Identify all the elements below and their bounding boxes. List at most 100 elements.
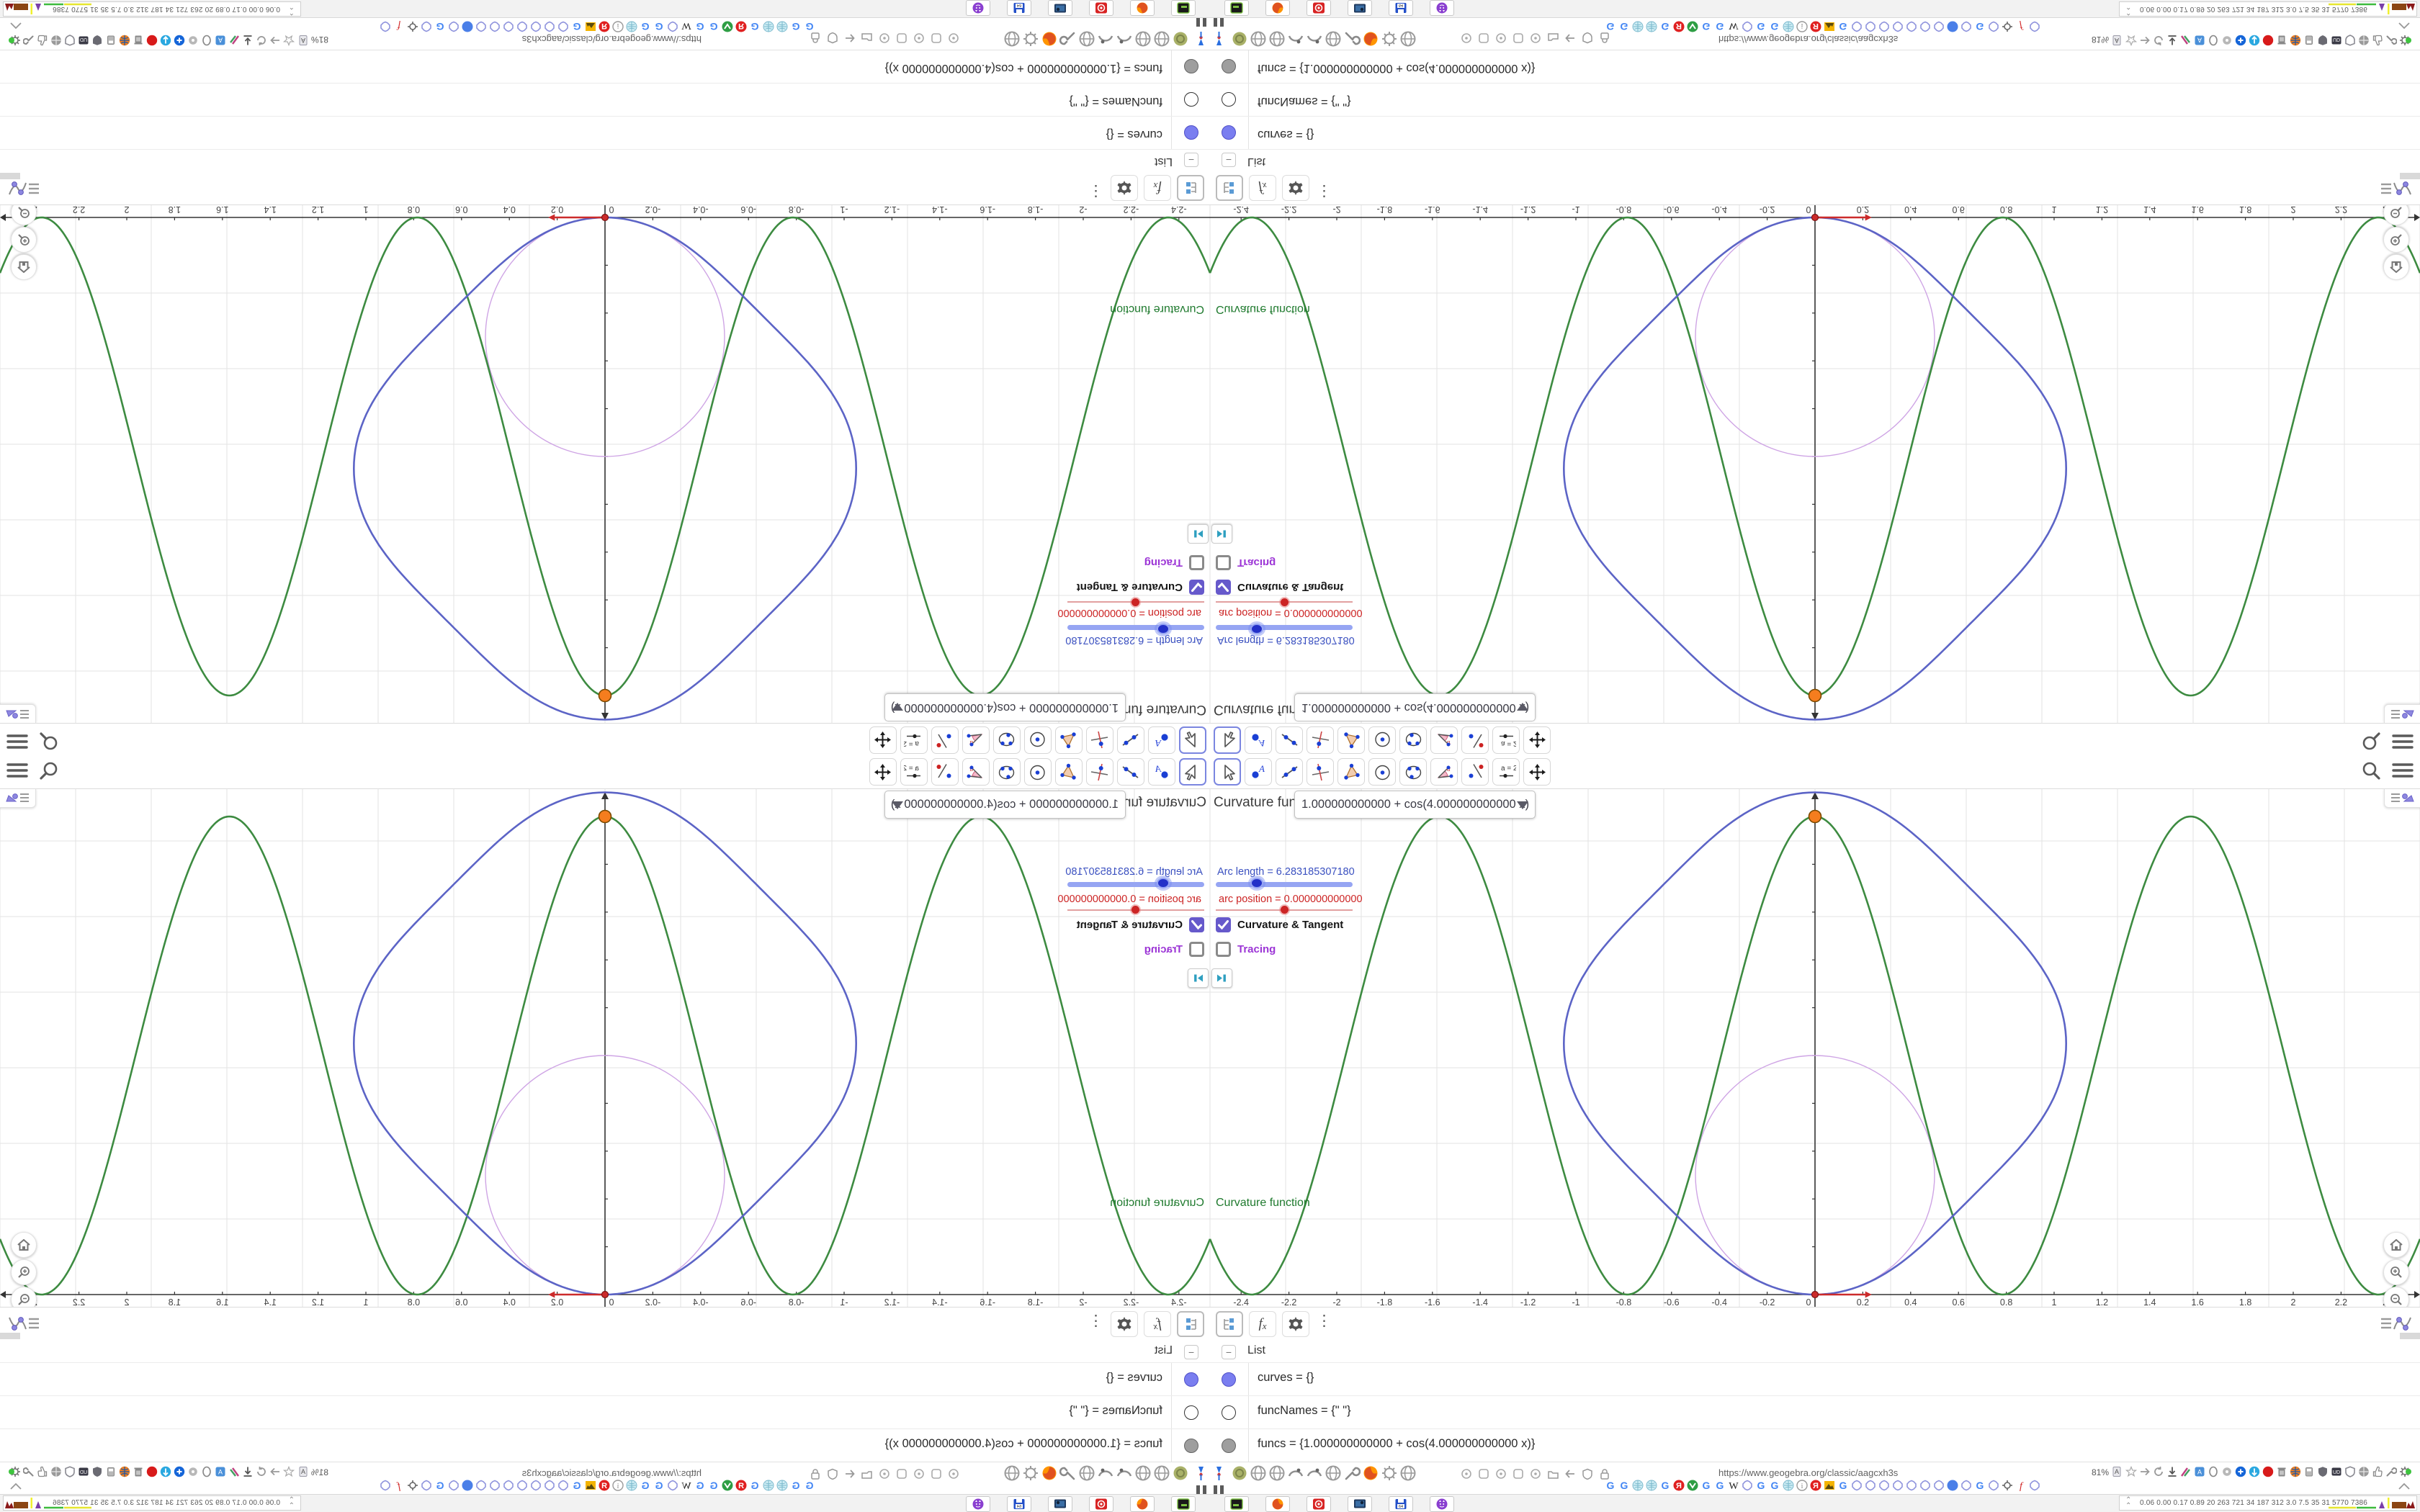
google-favicon[interactable]: G — [1755, 21, 1767, 32]
move-tool-button[interactable] — [1214, 758, 1241, 786]
flower-favicon[interactable] — [1933, 21, 1945, 32]
move-graphics-tool-button[interactable] — [1523, 758, 1551, 786]
visibility-marble[interactable] — [1222, 1405, 1236, 1420]
leaf-green-favicon[interactable] — [1687, 1480, 1698, 1491]
dropdown-caret-icon[interactable] — [892, 703, 903, 711]
polygon-tool-button[interactable] — [1055, 726, 1083, 754]
pin-icon[interactable] — [1191, 1464, 1208, 1482]
google-favicon[interactable]: G — [1618, 1480, 1630, 1491]
globe-icon[interactable] — [1134, 30, 1152, 48]
dropdown-caret-icon[interactable] — [892, 801, 903, 809]
info-favicon[interactable]: i — [1796, 21, 1808, 32]
google-favicon[interactable]: G — [1659, 21, 1671, 32]
globe-gray-extension-icon[interactable] — [2358, 1466, 2370, 1477]
point-tool-button[interactable]: A — [1148, 726, 1175, 754]
record-red-extension-icon[interactable] — [2262, 35, 2274, 46]
firefox-icon[interactable] — [1362, 1464, 1379, 1482]
point-tool-button[interactable]: A — [1245, 758, 1272, 786]
ud-extension-icon[interactable]: UD — [78, 1466, 89, 1477]
f-red-favicon[interactable]: f — [2015, 20, 2027, 32]
line-tool-button[interactable] — [1276, 726, 1303, 754]
algebra-expression[interactable]: funcs = {1.000000000000 + cos(4.00000000… — [885, 1437, 1162, 1451]
google-favicon[interactable]: G — [1837, 1480, 1849, 1491]
visibility-marble[interactable] — [1184, 1405, 1198, 1420]
thumb-extension-icon[interactable] — [2372, 35, 2383, 46]
reload-extension-icon[interactable] — [256, 35, 267, 46]
flower-favicon[interactable] — [475, 1480, 487, 1491]
gear-favicon[interactable] — [407, 21, 418, 32]
arrow-left-icon[interactable] — [1564, 32, 1576, 44]
google-favicon[interactable]: G — [708, 21, 720, 32]
yandex-favicon[interactable]: Я — [735, 21, 747, 32]
arrow-left-icon[interactable] — [844, 1468, 856, 1480]
camera-olive-icon[interactable] — [1231, 1464, 1248, 1482]
reflect-tool-button[interactable] — [1461, 726, 1489, 754]
globe-teal-favicon[interactable] — [776, 21, 788, 32]
folder-icon[interactable] — [1547, 1468, 1559, 1480]
record-red-extension-icon[interactable] — [146, 1466, 158, 1477]
shield-icon[interactable] — [1582, 32, 1593, 44]
curvature-tangent-checkbox[interactable] — [1189, 580, 1204, 595]
wikipedia-favicon[interactable]: W — [1728, 20, 1739, 32]
firefox-app-icon[interactable] — [1265, 0, 1290, 16]
flower-favicon[interactable] — [1960, 21, 1972, 32]
function-input-value[interactable]: 1.000000000000 + cos(4.000000000000 x) — [1295, 798, 1529, 811]
google-favicon[interactable]: G — [749, 21, 761, 32]
fx-button[interactable]: fx — [1249, 175, 1276, 201]
flower-favicon[interactable] — [1919, 21, 1931, 32]
move-tool-button[interactable] — [1214, 726, 1241, 754]
graphics-stylebar-button[interactable] — [2384, 788, 2420, 808]
globe-gray-extension-icon[interactable] — [50, 1466, 62, 1477]
wrench-extension-icon[interactable] — [22, 35, 35, 46]
updown-blue-extension-icon[interactable] — [160, 35, 171, 46]
google-favicon[interactable]: G — [790, 21, 802, 32]
firefox-app-icon[interactable] — [1265, 1496, 1290, 1512]
translate-extension-icon[interactable]: A — [2194, 1466, 2205, 1477]
reader-extension-icon[interactable]: A — [2112, 1466, 2123, 1477]
globe-icon[interactable] — [1153, 30, 1170, 48]
graphics-view[interactable]: -2.4 -2.2 -2 -1.8 -1.6 -1.4 -1.2 -1 -0.8 -0.6 -0.4… — [1210, 205, 2420, 724]
flower-favicon[interactable] — [503, 21, 514, 32]
search-icon[interactable] — [2361, 760, 2381, 784]
algebra-expression[interactable]: funcs = {1.000000000000 + cos(4.00000000… — [1258, 61, 1535, 75]
collapse-list-button[interactable]: − — [1222, 1345, 1236, 1359]
globe-icon[interactable] — [1250, 30, 1267, 48]
collapse-chevron-icon[interactable] — [2398, 20, 2410, 31]
zoom-in-button[interactable] — [11, 1259, 37, 1285]
wrench-extension-icon[interactable] — [2385, 1466, 2398, 1477]
trash-extension-icon[interactable] — [2276, 1466, 2287, 1477]
globe-gray-extension-icon[interactable] — [50, 35, 62, 46]
globe-icon[interactable] — [1268, 30, 1286, 48]
gauge-icon[interactable] — [1116, 30, 1133, 48]
google-favicon[interactable]: G — [1837, 21, 1849, 32]
gear-outline-icon[interactable] — [1022, 1464, 1039, 1482]
algebra-expression[interactable]: curves = {} — [1258, 1371, 1314, 1385]
shield-extension-icon[interactable] — [2317, 1466, 2329, 1477]
lock-icon[interactable] — [810, 1468, 821, 1480]
globe-icon[interactable] — [1325, 1464, 1342, 1482]
google-favicon[interactable]: G — [790, 1480, 802, 1491]
gauge-icon[interactable] — [1097, 1464, 1114, 1482]
wrench-icon[interactable] — [1343, 1464, 1361, 1482]
double-chevron-up-icon[interactable]: ⌃ ⌃ — [2125, 1497, 2131, 1510]
algebra-view-button[interactable] — [1216, 1311, 1243, 1337]
camera-olive-icon[interactable] — [1172, 30, 1189, 48]
graphics-view[interactable]: -2.4 -2.2 -2 -1.8 -1.6 -1.4 -1.2 -1 -0.8 -0.6 -0.4… — [1210, 788, 2420, 1307]
tracing-checkbox[interactable] — [1216, 555, 1231, 570]
arc-length-slider[interactable] — [1067, 882, 1204, 887]
floppy64-app-icon[interactable]: 64 — [1007, 0, 1031, 16]
display-app-icon[interactable] — [1048, 0, 1072, 16]
google-favicon[interactable]: G — [1769, 21, 1780, 32]
f-red-favicon[interactable]: f — [2015, 1480, 2027, 1492]
algebra-expression[interactable]: curves = {} — [1258, 127, 1314, 141]
polygon-tool-button[interactable] — [1055, 758, 1083, 786]
flower-gray-extension-icon[interactable] — [2221, 35, 2233, 46]
algebra-expression[interactable]: funcNames = {" "} — [1069, 1404, 1162, 1418]
settings-button[interactable] — [1111, 1311, 1138, 1337]
flower-favicon[interactable] — [1919, 1480, 1931, 1491]
function-input[interactable]: 1.000000000000 + cos(4.000000000000 x) — [1294, 693, 1536, 721]
double-chevron-up-icon[interactable]: ⌃ ⌃ — [289, 2, 295, 16]
plus-blue-extension-icon[interactable] — [2235, 1466, 2246, 1477]
flower-gray-extension-icon[interactable] — [2221, 1466, 2233, 1477]
floppy64-app-icon[interactable]: 64 — [1007, 1496, 1031, 1512]
